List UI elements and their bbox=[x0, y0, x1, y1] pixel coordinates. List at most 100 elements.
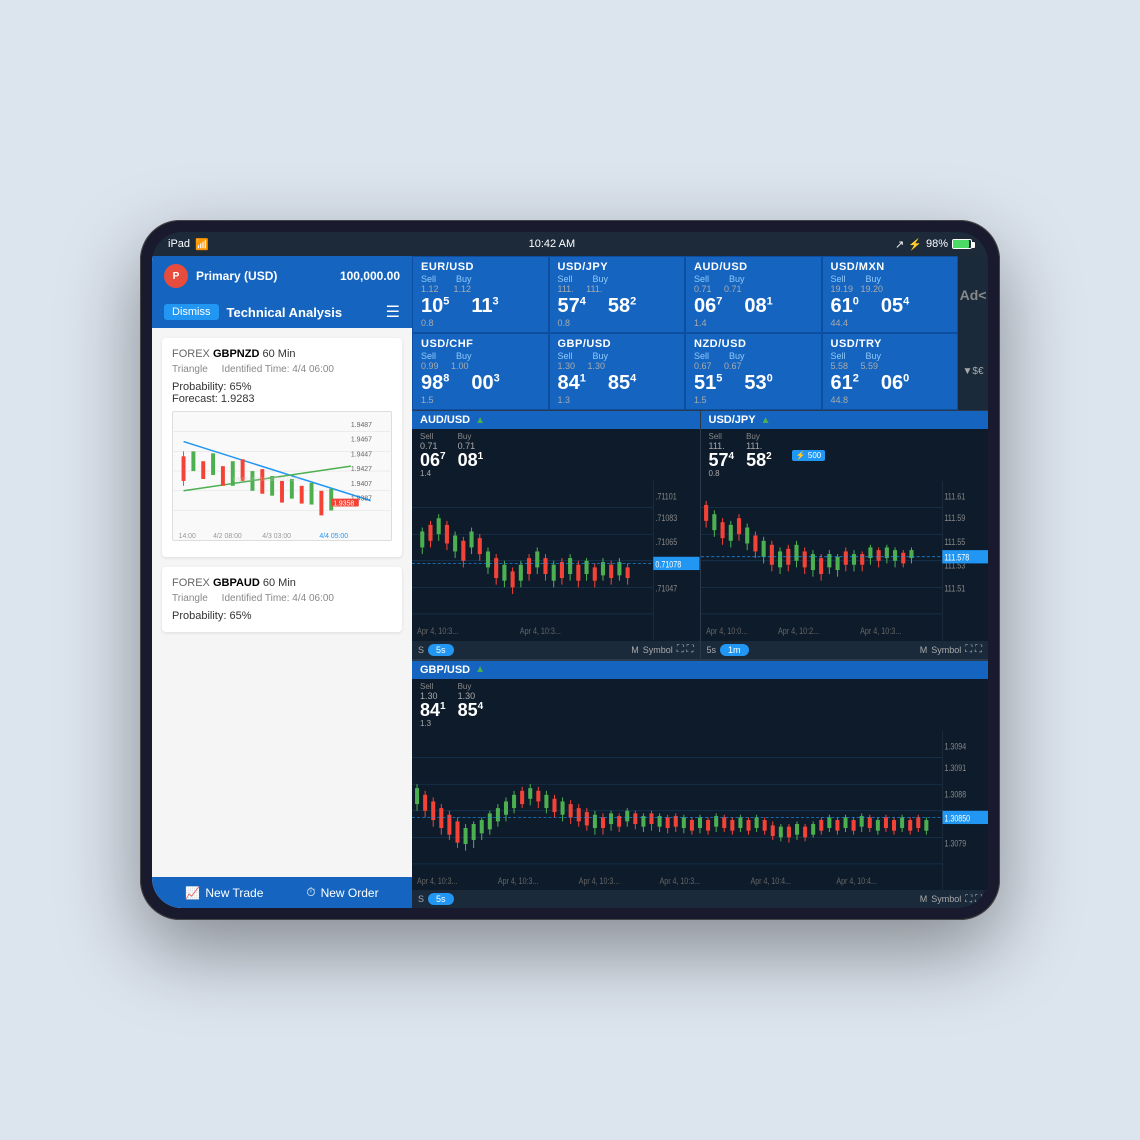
chart-sell-price-usdjpy: 574 bbox=[709, 451, 735, 469]
analysis-content[interactable]: FOREX GBPNZD 60 Min Triangle Identified … bbox=[152, 328, 412, 877]
timeframe-1m-usdjpy[interactable]: 1m bbox=[720, 644, 749, 656]
tile-prices-nzdusd: 515 530 bbox=[694, 372, 813, 395]
tile-buy-usdjpy: 582 bbox=[608, 295, 636, 318]
svg-text:111.55: 111.55 bbox=[944, 536, 965, 547]
tile-pair-eurusd: EUR/USD bbox=[421, 261, 540, 273]
hamburger-icon[interactable]: ☰ bbox=[386, 302, 400, 322]
new-order-icon: ⏱ bbox=[306, 885, 315, 900]
svg-text:Apr 4, 10:3...: Apr 4, 10:3... bbox=[579, 875, 619, 885]
tile-labels-usdchf: Sell Buy bbox=[421, 351, 540, 361]
svg-text:Apr 4, 10:4...: Apr 4, 10:4... bbox=[751, 875, 791, 885]
new-trade-label: New Trade bbox=[205, 886, 263, 900]
chart-svg-usdjpy: 111.61 111.59 111.55 111.53 111.51 111.5… bbox=[701, 481, 989, 641]
tile-sell-usdjpy: 574 bbox=[558, 295, 586, 318]
tile-usdjpy[interactable]: USD/JPY Sell Buy 111. 111. 574 582 0.8 bbox=[549, 256, 686, 333]
status-right: ↗ ⚡ 98% bbox=[895, 238, 972, 251]
tile-usdmxn[interactable]: USD/MXN Sell Buy 19.19 19.20 610 054 44.… bbox=[822, 256, 959, 333]
analysis-card-2: FOREX GBPAUD 60 Min Triangle Identified … bbox=[162, 567, 402, 632]
svg-text:4/2 08:00: 4/2 08:00 bbox=[213, 533, 242, 540]
panel-title: Technical Analysis bbox=[227, 305, 378, 320]
indicator-500: ⚡ 500 bbox=[792, 450, 826, 461]
chart-500-indicator: ⚡ 500 bbox=[792, 432, 826, 478]
svg-text:Apr 4, 10:3...: Apr 4, 10:3... bbox=[860, 625, 901, 636]
chart-panel-usdjpy: USD/JPY ▲ Sell 111. 574 0.8 bbox=[701, 411, 989, 659]
expand-icon-audusd[interactable]: ⛶ ⛶ bbox=[677, 644, 694, 655]
analysis-card-1: FOREX GBPNZD 60 Min Triangle Identified … bbox=[162, 338, 402, 557]
svg-text:1.3088: 1.3088 bbox=[945, 789, 967, 799]
chart-arrow-gbpusd-large: ▲ bbox=[475, 664, 485, 675]
svg-text:4/3 03:00: 4/3 03:00 bbox=[262, 533, 291, 540]
tile-pair-usdtry: USD/TRY bbox=[831, 338, 950, 350]
chart-buy-price-usdjpy: 582 bbox=[746, 451, 772, 469]
svg-text:.71083: .71083 bbox=[655, 512, 677, 523]
tile-sub-usdtry: 44.8 bbox=[831, 395, 950, 405]
expand-icon-usdjpy[interactable]: ⛶ ⛶ bbox=[965, 644, 982, 655]
svg-text:1.3079: 1.3079 bbox=[945, 838, 967, 848]
tile-audusd[interactable]: AUD/USD Sell Buy 0.71 0.71 067 081 1.4 bbox=[685, 256, 822, 333]
chart-pair-audusd: AUD/USD bbox=[420, 414, 470, 426]
expand-icon-gbpusd-large[interactable]: ⛶ ⛶ bbox=[965, 894, 982, 905]
chart-price-bar-audusd: Sell 0.71 067 1.4 Buy 0.71 081 bbox=[412, 429, 700, 481]
analysis-header-2: FOREX GBPAUD 60 Min bbox=[172, 577, 392, 589]
tile-pair-usdchf: USD/CHF bbox=[421, 338, 540, 350]
chart-sell-price-gbpusd: 841 bbox=[420, 701, 446, 719]
svg-text:1.3094: 1.3094 bbox=[945, 741, 967, 751]
chart-buy-gbpusd-large: Buy 1.30 854 bbox=[458, 682, 484, 728]
charts-bottom-row: GBP/USD ▲ Sell 1.30 841 1.3 bbox=[412, 660, 988, 909]
add-panel-top[interactable]: Ad< bbox=[958, 256, 988, 333]
timeframe-5s-audusd[interactable]: 5s bbox=[428, 644, 454, 656]
tile-buy-label-eurusd: Buy bbox=[456, 274, 472, 284]
tile-usdtry[interactable]: USD/TRY Sell Buy 5.58 5.59 612 060 44.8 bbox=[822, 333, 959, 410]
tile-usdchf[interactable]: USD/CHF Sell Buy 0.99 1.00 988 003 1.5 bbox=[412, 333, 549, 410]
tile-pair-gbpusd: GBP/USD bbox=[558, 338, 677, 350]
tile-eurusd[interactable]: EUR/USD Sell Buy 1.12 1.12 105 113 0.8 bbox=[412, 256, 549, 333]
new-order-button[interactable]: ⏱ New Order bbox=[306, 885, 378, 900]
status-bar: iPad 📶 10:42 AM ↗ ⚡ 98% bbox=[152, 232, 988, 256]
tile-prices-gbpusd: 841 854 bbox=[558, 372, 677, 395]
chart-panel-audusd: AUD/USD ▲ Sell 0.71 067 1.4 bbox=[412, 411, 701, 659]
tile-sub-usdchf: 1.5 bbox=[421, 395, 540, 405]
chart-m-label-audusd: M bbox=[631, 645, 639, 655]
analysis-identified-1: Identified Time: bbox=[222, 364, 293, 375]
analysis-chart-1: 1.9487 1.9467 1.9447 1.9427 1.9407 1.938… bbox=[172, 411, 392, 541]
svg-text:Apr 4, 10:3...: Apr 4, 10:3... bbox=[417, 875, 457, 885]
tile-labels-usdjpy: Sell Buy bbox=[558, 274, 677, 284]
tile-sell-gbpusd: 841 bbox=[558, 372, 586, 395]
chart-m-gbpusd: M bbox=[920, 894, 928, 904]
chart-sell-price-audusd: 067 bbox=[420, 451, 446, 469]
tile-pair-usdjpy: USD/JPY bbox=[558, 261, 677, 273]
account-name: Primary (USD) bbox=[196, 269, 332, 283]
chart-m-usdjpy: M bbox=[920, 645, 928, 655]
tile-buy-gbpusd: 854 bbox=[608, 372, 636, 395]
svg-text:Apr 4, 10:3...: Apr 4, 10:3... bbox=[660, 875, 700, 885]
svg-text:4/4 05:00: 4/4 05:00 bbox=[319, 533, 348, 540]
tile-gbpusd[interactable]: GBP/USD Sell Buy 1.30 1.30 841 854 1.3 bbox=[549, 333, 686, 410]
chart-pair-usdjpy: USD/JPY bbox=[709, 414, 756, 426]
currency-tiles: EUR/USD Sell Buy 1.12 1.12 105 113 0.8 bbox=[412, 256, 988, 411]
tile-nzdusd[interactable]: NZD/USD Sell Buy 0.67 0.67 515 530 1.5 bbox=[685, 333, 822, 410]
svg-text:1.30850: 1.30850 bbox=[945, 813, 971, 823]
tile-sub-audusd: 1.4 bbox=[694, 318, 813, 328]
timeframe-label-usdjpy: 5s bbox=[707, 645, 717, 655]
chart-panel-gbpusd-large: GBP/USD ▲ Sell 1.30 841 1.3 bbox=[412, 661, 988, 909]
panel-toolbar: Dismiss Technical Analysis ☰ bbox=[152, 296, 412, 328]
timeframe-5s-gbpusd[interactable]: 5s bbox=[428, 893, 454, 905]
chart-header-usdjpy: USD/JPY ▲ bbox=[701, 411, 989, 429]
chart-body-usdjpy: 111.61 111.59 111.55 111.53 111.51 111.5… bbox=[701, 481, 989, 641]
tile-labels-gbpusd: Sell Buy bbox=[558, 351, 677, 361]
tile-labels-eurusd: Sell Buy bbox=[421, 274, 540, 284]
tile-buy-nzdusd: 530 bbox=[744, 372, 772, 395]
tile-pair-nzdusd: NZD/USD bbox=[694, 338, 813, 350]
chart-sell-audusd: Sell 0.71 067 1.4 bbox=[420, 432, 446, 478]
analysis-header-1: FOREX GBPNZD 60 Min bbox=[172, 348, 392, 360]
svg-text:Apr 4, 10:4...: Apr 4, 10:4... bbox=[836, 875, 876, 885]
svg-text:111.59: 111.59 bbox=[944, 512, 965, 523]
tile-prefix-usdmxn: 19.19 19.20 bbox=[831, 284, 950, 294]
new-order-label: New Order bbox=[321, 886, 379, 900]
dismiss-button[interactable]: Dismiss bbox=[164, 304, 219, 320]
charts-top-row: AUD/USD ▲ Sell 0.71 067 1.4 bbox=[412, 411, 988, 660]
tile-sell-audusd: 067 bbox=[694, 295, 722, 318]
svg-text:111.61: 111.61 bbox=[944, 491, 965, 502]
new-trade-button[interactable]: 📈 New Trade bbox=[185, 886, 263, 900]
add-panel-indicator[interactable]: ▼$€ bbox=[958, 333, 988, 410]
